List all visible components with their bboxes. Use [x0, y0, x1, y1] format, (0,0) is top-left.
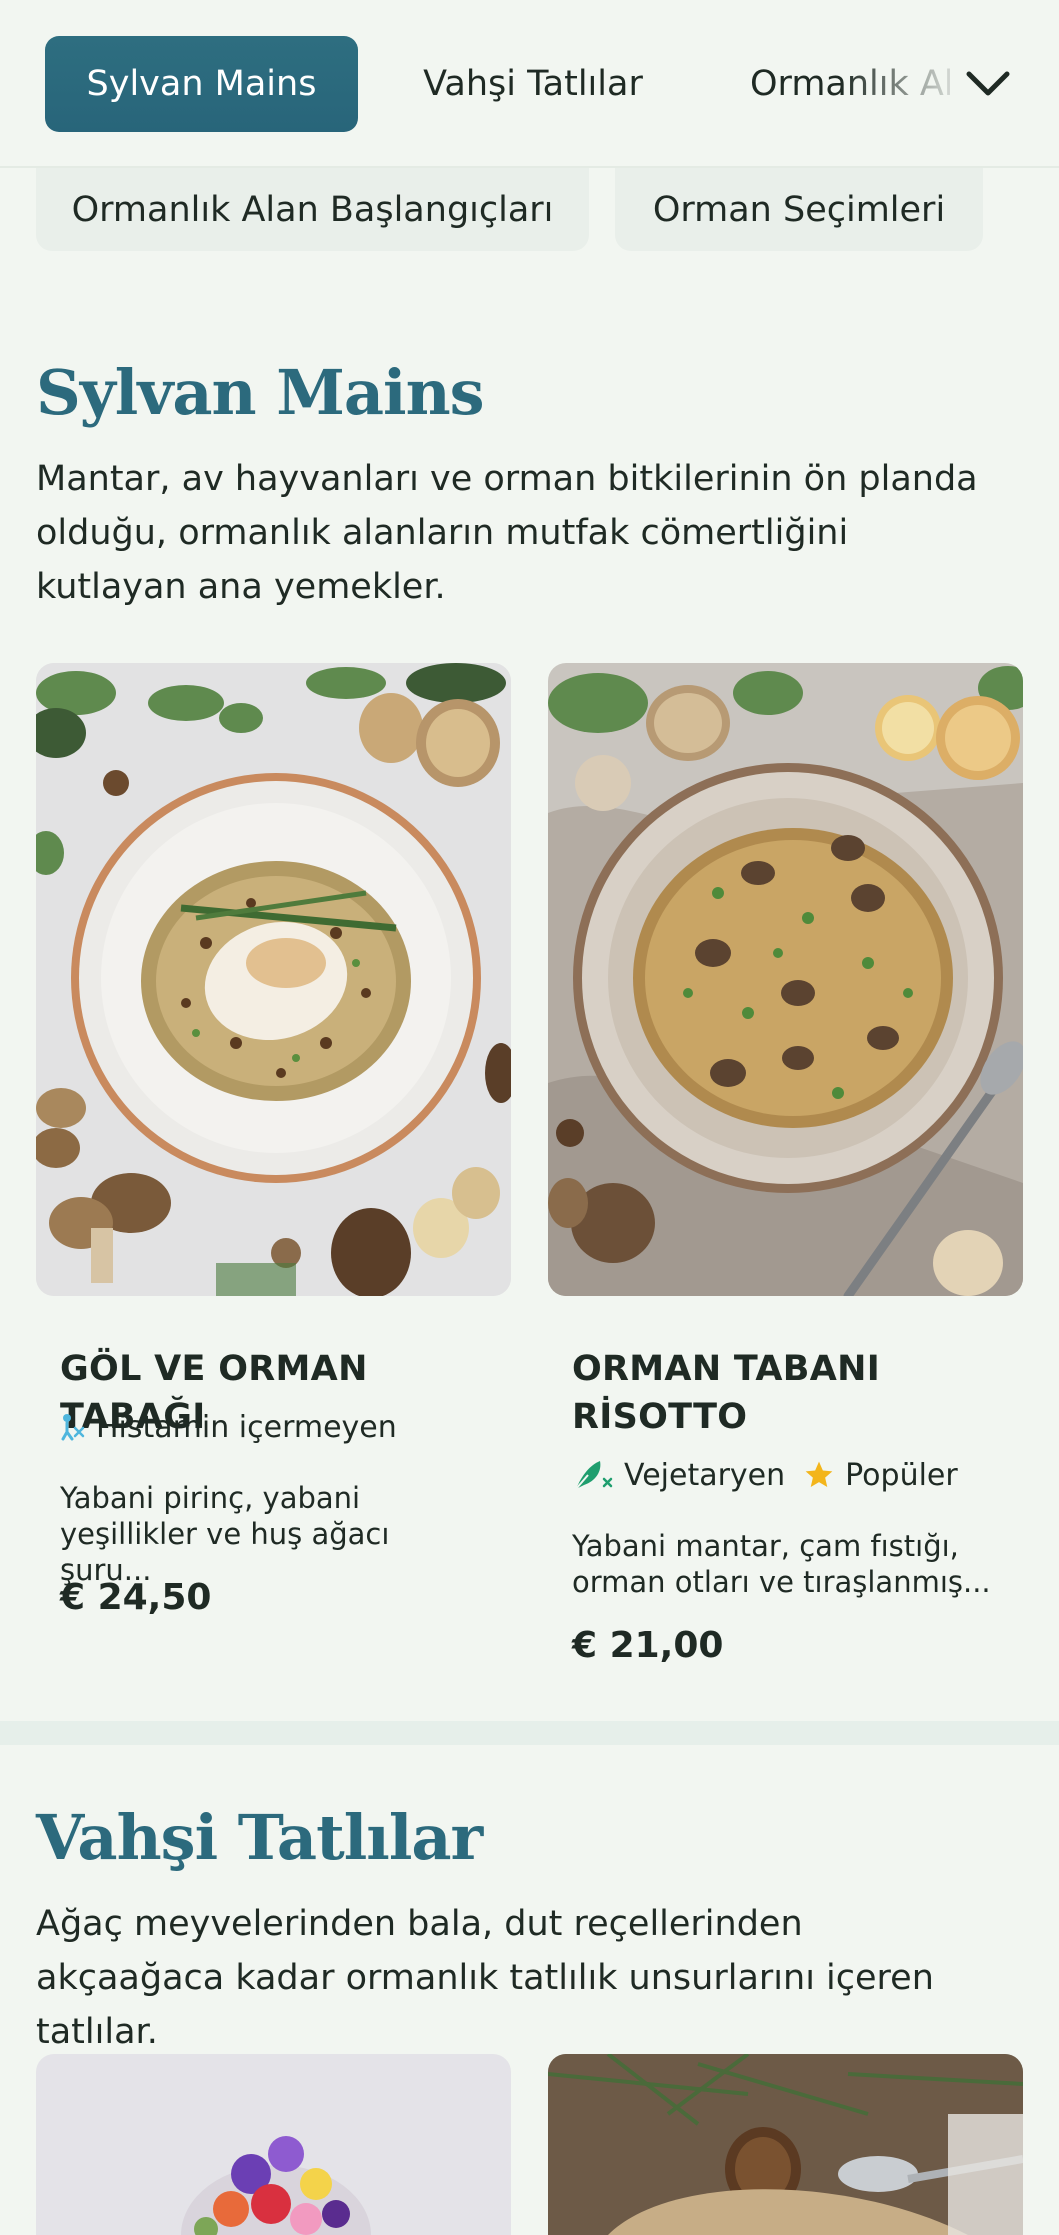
dish-tags: Histamin içermeyen: [60, 1407, 415, 1447]
dish-image-dessert-flowers[interactable]: [36, 2054, 511, 2235]
section-title: Sylvan Mains: [36, 356, 485, 429]
dish-name[interactable]: ORMAN TABANI RİSOTTO: [572, 1345, 972, 1441]
dish-image-lake-forest-plate[interactable]: [36, 663, 511, 1296]
dish-image-dessert-pinecone[interactable]: [548, 2054, 1023, 2235]
section-description: Mantar, av hayvanları ve orman bitkileri…: [36, 459, 978, 607]
tag-label: Vejetaryen: [624, 1457, 786, 1493]
tag-popular: Popüler: [803, 1458, 958, 1493]
tag-label: Histamin içermeyen: [96, 1409, 397, 1445]
category-tab-bar: Sylvan Mains Vahşi Tatlılar Ormanlık Ala…: [0, 0, 1059, 168]
chevron-down-icon[interactable]: [960, 58, 1016, 110]
vegetarian-icon: [572, 1457, 614, 1493]
section-description: Ağaç meyvelerinden bala, dut reçellerind…: [36, 1904, 934, 2052]
tag-vegetarian: Vejetaryen: [572, 1457, 785, 1493]
tag-histamine-free: Histamin içermeyen: [60, 1410, 397, 1445]
histamine-free-icon: [60, 1412, 86, 1442]
dish-price: € 21,00: [572, 1625, 724, 1666]
chip-ormanlik-alan-baslangiclari[interactable]: Ormanlık Alan Başlangıçları: [36, 168, 589, 251]
dish-description: Yabani mantar, çam fıstığı, orman otları…: [572, 1529, 991, 1599]
section-title: Vahşi Tatlılar: [36, 1801, 483, 1874]
tab-vahsi-tatlilar[interactable]: Vahşi Tatlılar: [400, 36, 666, 132]
dish-tags: Vejetaryen Popüler: [572, 1455, 976, 1495]
dish-price: € 24,50: [60, 1577, 212, 1618]
star-icon: [803, 1459, 835, 1491]
tag-label: Popüler: [845, 1457, 958, 1493]
tab-ormanlik-alan[interactable]: Ormanlık Alan Başlangıçları: [710, 36, 950, 132]
chip-orman-secimleri[interactable]: Orman Seçimleri: [615, 168, 983, 251]
section-divider: [0, 1721, 1059, 1745]
tab-sylvan-mains[interactable]: Sylvan Mains: [45, 36, 358, 132]
dish-image-forest-floor-risotto[interactable]: [548, 663, 1023, 1296]
dish-description: Yabani pirinç, yabani yeşillikler ve huş…: [60, 1481, 390, 1587]
